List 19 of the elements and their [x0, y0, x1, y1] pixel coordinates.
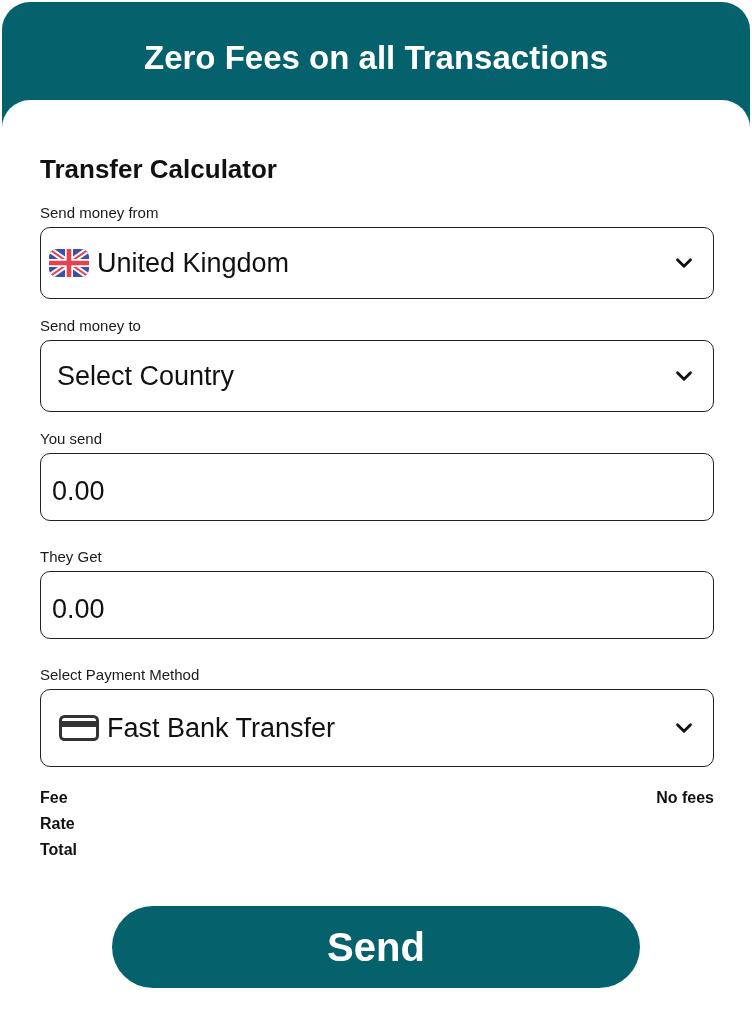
field-label: Select Payment Method	[40, 666, 200, 684]
country-select[interactable]: United Kingdom	[40, 227, 714, 299]
flag-icon	[49, 249, 89, 277]
banner-title: Zero Fees on all Transactions	[144, 40, 608, 76]
credit-card-icon	[59, 715, 99, 741]
field-label: Send money from	[40, 204, 159, 222]
field-label: You send	[40, 430, 102, 448]
field-label: They Get	[40, 548, 102, 566]
summary-label: Rate	[40, 814, 75, 834]
amount-input[interactable]: 0.00	[40, 453, 714, 521]
summary-label: Fee	[40, 788, 68, 808]
amount-input[interactable]: 0.00	[40, 571, 714, 639]
summary-label: Total	[40, 840, 78, 860]
payment-method-select[interactable]: Fast Bank Transfer	[40, 689, 714, 767]
send-button[interactable]: Send	[112, 906, 640, 988]
calculator-title: Transfer Calculator	[40, 154, 277, 184]
summary-value: No fees	[656, 788, 714, 808]
country-select[interactable]: Select Country	[40, 340, 714, 412]
field-label: Send money to	[40, 317, 141, 335]
